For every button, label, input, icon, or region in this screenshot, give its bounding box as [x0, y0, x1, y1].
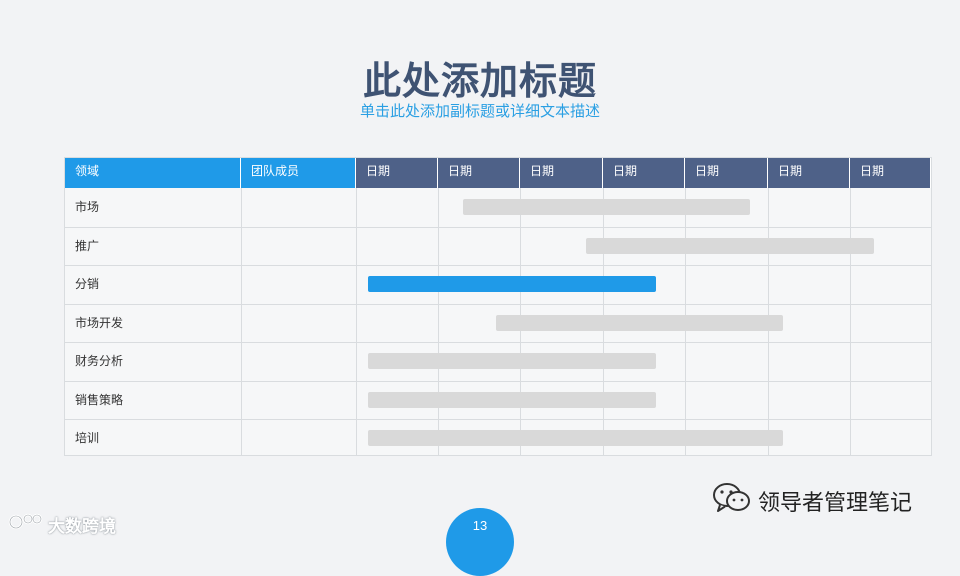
page-number-badge: 13 — [446, 508, 514, 576]
header-date-2: 日期 — [438, 158, 520, 188]
header-date-5: 日期 — [685, 158, 768, 188]
wechat-account-name: 领导者管理笔记 — [758, 489, 913, 515]
header-date-1: 日期 — [356, 158, 438, 188]
brand-logo-icon — [8, 510, 44, 539]
grid-row-line — [65, 380, 931, 382]
gantt-bar — [495, 314, 784, 331]
row-label: 销售策略 — [75, 392, 124, 407]
row-label: 培训 — [75, 431, 100, 445]
page-number: 13 — [472, 518, 488, 533]
grid-row-line — [65, 342, 931, 343]
grid-column-line — [438, 188, 439, 455]
wechat-icon — [712, 481, 752, 520]
wechat-account: 领导者管理笔记 — [712, 481, 912, 520]
slide-subtitle: 单击此处添加副标题或详细文本描述 — [359, 103, 600, 120]
brand-watermark: 大数跨境 — [8, 510, 116, 539]
gantt-bar — [368, 430, 784, 447]
row-label: 市场开发 — [75, 315, 124, 330]
grid-row-line — [65, 303, 931, 305]
header-date-6: 日期 — [768, 158, 850, 188]
row-label: 分销 — [75, 277, 100, 291]
grid-column-line — [850, 188, 851, 455]
header-date-3: 日期 — [520, 158, 603, 188]
header-team-members: 团队成员 — [241, 158, 356, 188]
slide-title: 此处添加标题 — [362, 61, 597, 103]
grid-row-line — [65, 419, 931, 420]
gantt-bar — [368, 391, 656, 408]
grid-column-line — [356, 188, 357, 455]
grid-column-line — [241, 188, 242, 455]
brand-watermark-text: 大数跨境 — [48, 517, 116, 536]
grid-row-line — [65, 226, 931, 228]
grid-row-line — [65, 265, 931, 266]
row-label: 推广 — [75, 238, 100, 253]
gantt-bar — [368, 353, 656, 370]
gantt-table: 领域 团队成员 日期 日期 日期 日期 日期 日期 日期 市场 推广 分销 市场开发 财务分析 销售策略 培训 — [64, 157, 932, 456]
header-date-4: 日期 — [603, 158, 685, 188]
header-domain: 领域 — [65, 158, 241, 188]
row-label: 市场 — [75, 200, 100, 214]
header-date-7: 日期 — [850, 158, 931, 188]
gantt-bar — [586, 237, 874, 254]
gantt-bar — [462, 199, 751, 216]
gantt-bar — [368, 276, 656, 293]
row-label: 财务分析 — [75, 354, 124, 368]
